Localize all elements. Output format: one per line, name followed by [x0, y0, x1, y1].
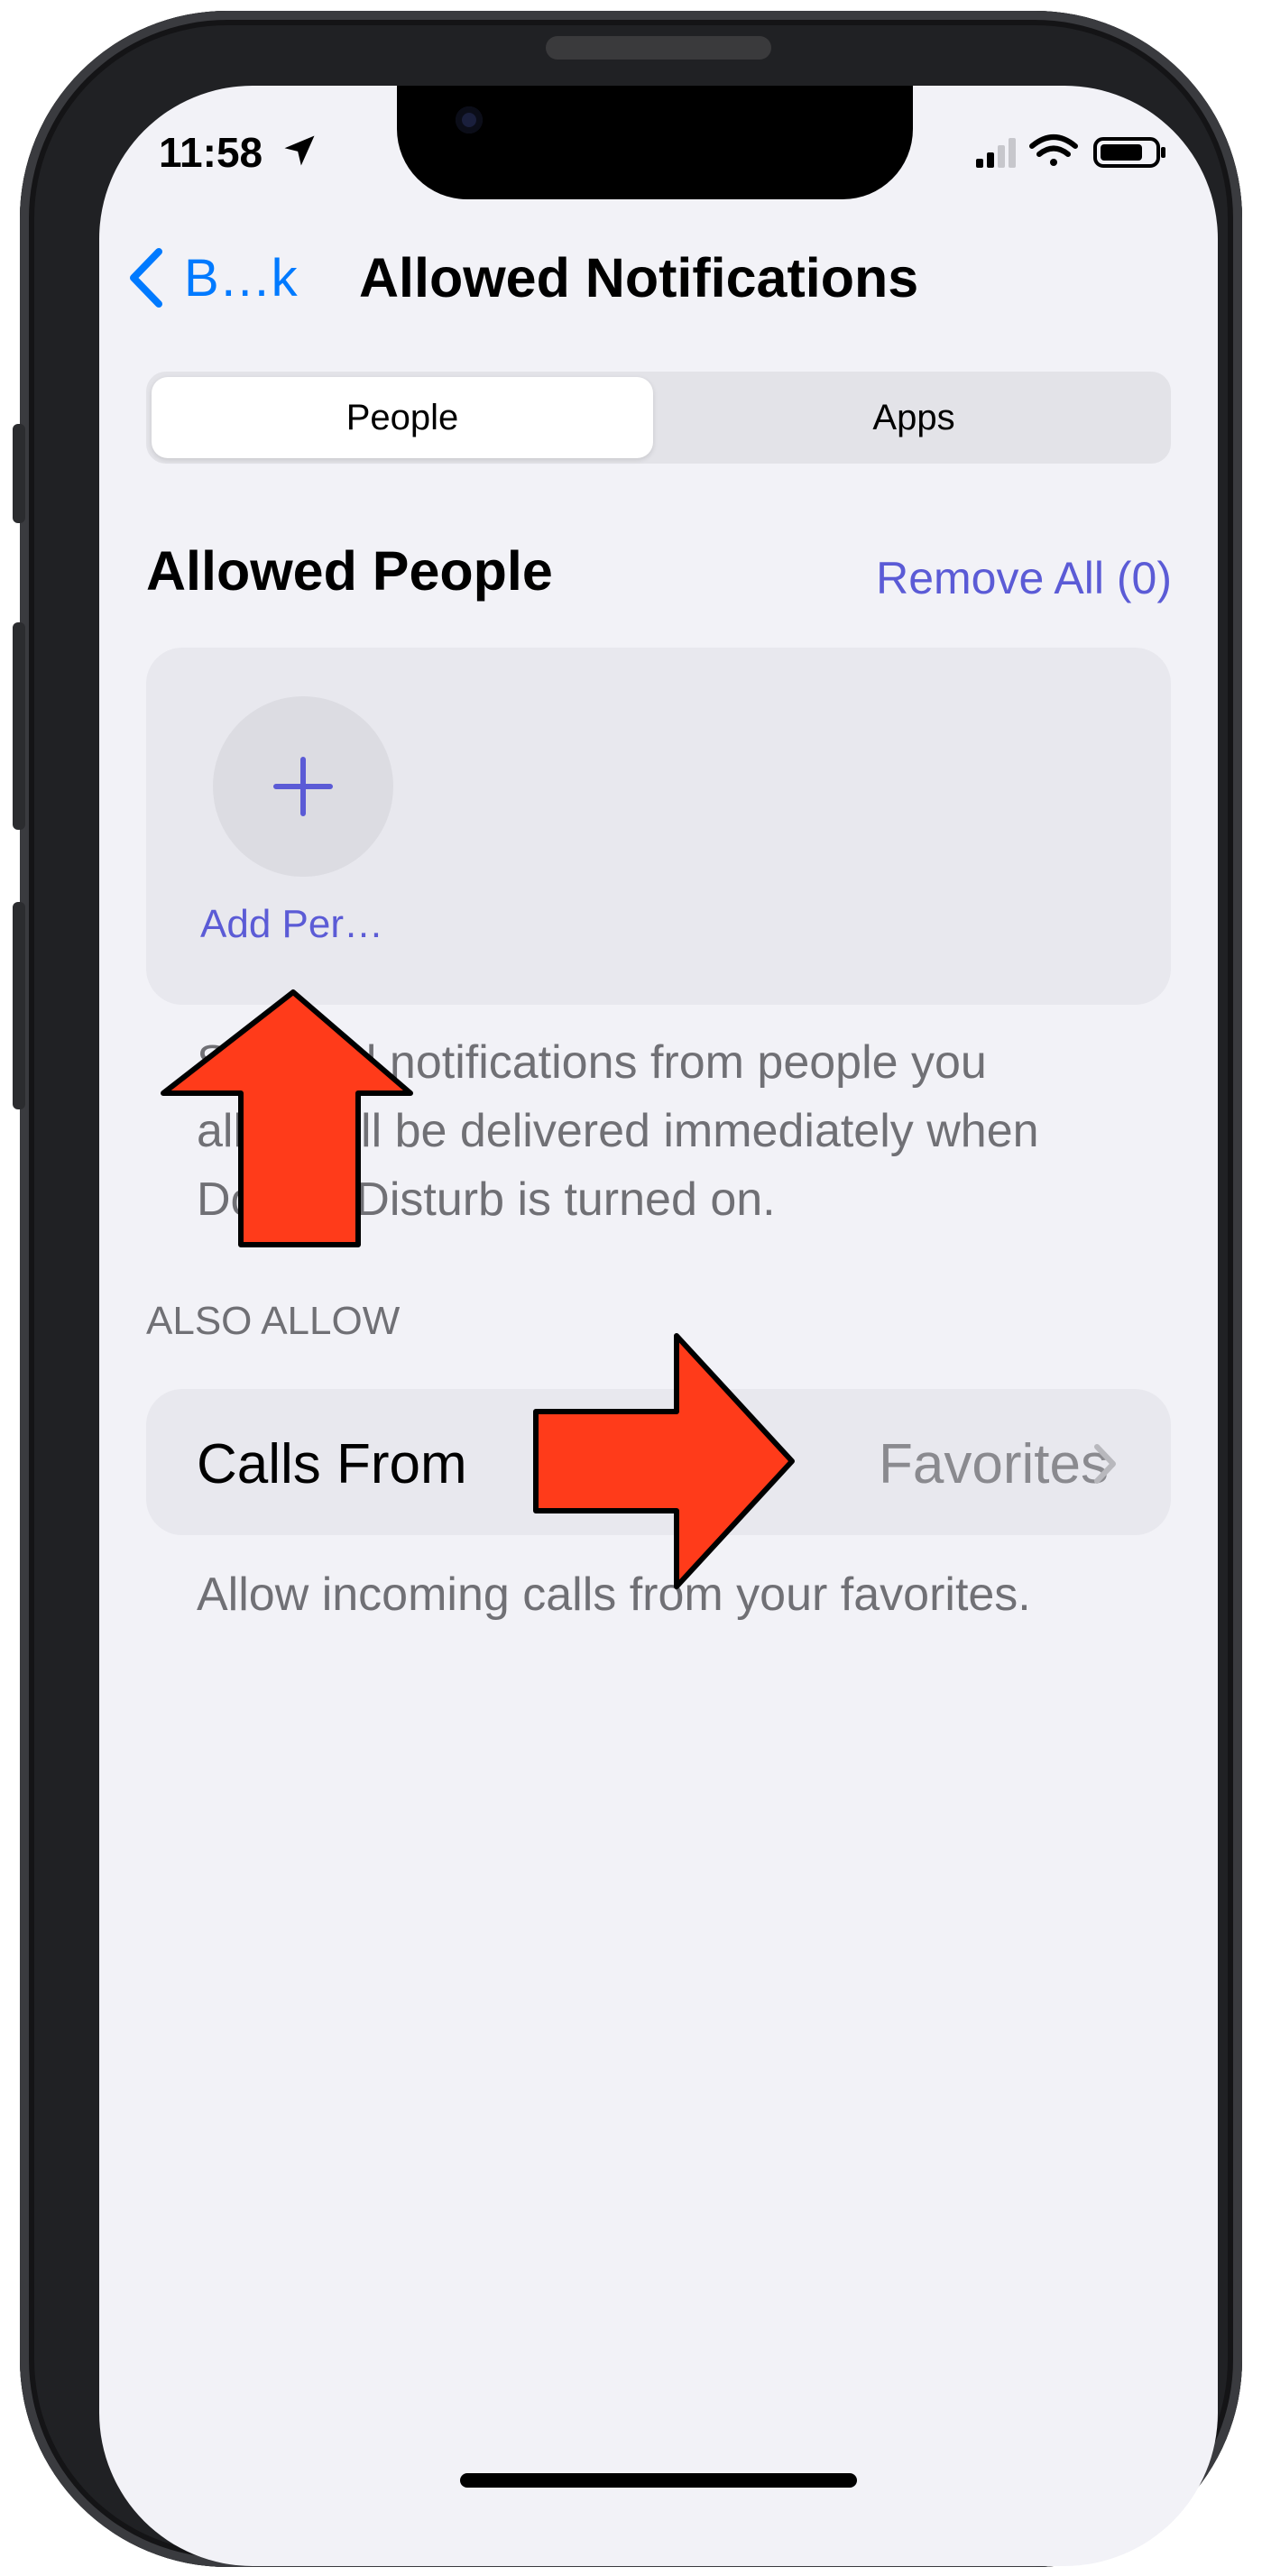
tab-people[interactable]: People	[152, 377, 653, 458]
allowed-people-title: Allowed People	[146, 540, 553, 602]
calls-from-value: Favorites	[879, 1433, 1109, 1495]
volume-up-button	[13, 622, 25, 830]
home-indicator	[460, 2473, 857, 2488]
status-time-text: 11:58	[159, 129, 263, 176]
red-right-arrow-icon	[533, 1333, 795, 1589]
wifi-icon	[1029, 134, 1078, 166]
calls-from-label: Calls From	[197, 1433, 467, 1495]
front-camera	[456, 106, 483, 133]
chevron-left-icon	[130, 248, 162, 308]
volume-down-button	[13, 902, 25, 1109]
remove-all-button[interactable]: Remove All (0)	[876, 552, 1172, 604]
status-time: 11:58	[159, 128, 319, 177]
earpiece-speaker	[546, 36, 771, 60]
page-title: Allowed Notifications	[359, 247, 919, 308]
add-person-button[interactable]	[213, 696, 393, 877]
red-up-arrow-icon	[161, 989, 413, 1247]
segmented-control: People Apps	[146, 372, 1171, 464]
add-person-label[interactable]: Add Per…	[200, 902, 383, 947]
chevron-right-icon	[1094, 1444, 1116, 1484]
plus-icon	[273, 757, 333, 816]
location-arrow-icon	[284, 135, 315, 166]
also-allow-header: ALSO ALLOW	[146, 1299, 401, 1343]
back-label: B…k	[184, 248, 298, 308]
notch	[397, 86, 913, 199]
back-button[interactable]: B…k	[124, 242, 298, 314]
tab-apps[interactable]: Apps	[662, 377, 1165, 458]
silent-switch	[13, 424, 25, 523]
battery-icon	[1093, 137, 1165, 168]
status-icons	[976, 134, 1165, 168]
cellular-signal-icon	[976, 138, 1016, 168]
